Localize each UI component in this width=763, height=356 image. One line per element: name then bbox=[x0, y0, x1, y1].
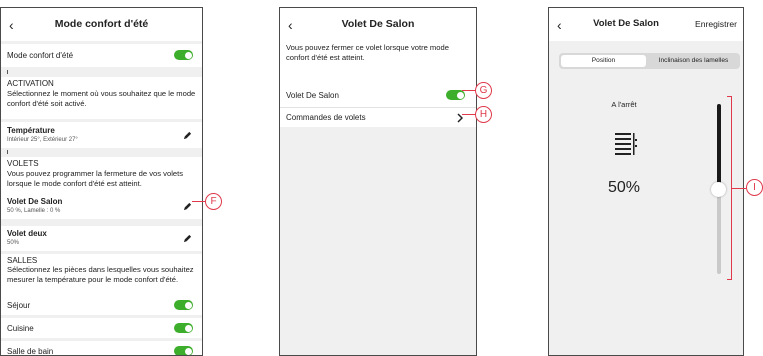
callout-i: I bbox=[746, 179, 763, 196]
room-toggle[interactable] bbox=[174, 300, 193, 310]
callout-line bbox=[732, 188, 746, 189]
volet-deux-row[interactable]: Volet deux 50% bbox=[1, 226, 202, 251]
callout-g: G bbox=[475, 82, 492, 99]
room-label: Cuisine bbox=[7, 324, 34, 333]
activation-heading: ACTIVATION bbox=[7, 79, 54, 88]
room-label: Séjour bbox=[7, 301, 31, 310]
tab-slat-tilt[interactable]: Inclinaison des lamelles bbox=[648, 55, 739, 67]
volet-deux-label: Volet deux bbox=[7, 229, 47, 238]
edit-icon[interactable] bbox=[183, 131, 192, 140]
slider-handle[interactable] bbox=[711, 182, 726, 197]
page-title: Volet De Salon bbox=[593, 18, 659, 29]
divider bbox=[7, 70, 8, 74]
callout-line bbox=[192, 201, 205, 202]
header: ‹ Volet De Salon Enregistrer bbox=[549, 8, 743, 41]
edit-icon[interactable] bbox=[183, 202, 192, 211]
position-slider[interactable] bbox=[711, 104, 726, 274]
save-button[interactable]: Enregistrer bbox=[695, 19, 737, 29]
tab-position[interactable]: Position bbox=[561, 55, 646, 67]
divider bbox=[7, 150, 8, 154]
room-row: Salle de bain bbox=[1, 341, 202, 356]
temperature-row[interactable]: Température Intérieur 25°, Extérieur 27° bbox=[1, 122, 202, 148]
room-label: Salle de bain bbox=[7, 347, 54, 356]
position-value: 50% bbox=[607, 179, 641, 196]
shutter-commands-row[interactable]: Commandes de volets bbox=[280, 107, 476, 127]
volets-section: VOLETS Vous pouvez programmer la fermetu… bbox=[1, 157, 202, 197]
comfort-mode-label: Mode confort d'été bbox=[7, 51, 74, 60]
callout-line bbox=[462, 114, 475, 115]
callout-h: H bbox=[475, 106, 492, 123]
description-text: Vous pouvez fermer ce volet lorsque votr… bbox=[286, 43, 449, 62]
room-toggle[interactable] bbox=[174, 346, 193, 355]
salles-section: SALLES Sélectionnez les pièces dans lesq… bbox=[1, 254, 202, 297]
volet-toggle-row: Volet De Salon bbox=[280, 84, 476, 107]
volets-text: Vous pouvez programmer la fermeture de v… bbox=[7, 169, 184, 188]
header: ‹ Mode confort d'été bbox=[1, 8, 202, 41]
page-title: Mode confort d'été bbox=[54, 18, 149, 30]
salles-heading: SALLES bbox=[7, 256, 38, 265]
volet-salon-row[interactable]: Volet De Salon 50 %, Lamelle : 0 % bbox=[1, 194, 202, 219]
salles-text: Sélectionnez les pièces dans lesquelles … bbox=[7, 265, 194, 284]
back-icon[interactable]: ‹ bbox=[557, 17, 562, 33]
tab-switcher: Position Inclinaison des lamelles bbox=[559, 53, 740, 69]
volet-deux-values: 50% bbox=[7, 240, 20, 246]
room-toggle[interactable] bbox=[174, 323, 193, 333]
edit-icon[interactable] bbox=[183, 234, 192, 243]
volets-heading: VOLETS bbox=[7, 159, 39, 168]
volet-toggle-label: Volet De Salon bbox=[286, 91, 339, 100]
volet-toggle[interactable] bbox=[446, 90, 465, 100]
comfort-mode-toggle[interactable] bbox=[174, 50, 193, 60]
callout-line bbox=[462, 90, 475, 91]
volet-salon-label: Volet De Salon bbox=[7, 197, 63, 206]
callout-f: F bbox=[205, 193, 222, 210]
activation-text: Sélectionnez le moment où vous souhaitez… bbox=[7, 89, 196, 108]
screen-mode-confort: ‹ Mode confort d'été Mode confort d'été … bbox=[0, 7, 203, 356]
room-row: Cuisine bbox=[1, 318, 202, 338]
screen-volet-control: ‹ Volet De Salon Enregistrer Position In… bbox=[548, 7, 744, 356]
shutter-commands-label: Commandes de volets bbox=[286, 113, 366, 122]
temperature-values: Intérieur 25°, Extérieur 27° bbox=[7, 137, 78, 143]
temperature-label: Température bbox=[7, 126, 55, 135]
header: ‹ Volet De Salon Vous pouvez fermer ce v… bbox=[280, 8, 476, 84]
screen-volet-de-salon: ‹ Volet De Salon Vous pouvez fermer ce v… bbox=[279, 7, 477, 356]
shutter-icon bbox=[615, 133, 637, 155]
status-text: A l'arrêt bbox=[611, 100, 637, 109]
page-title: Volet De Salon bbox=[341, 18, 415, 30]
activation-section: ACTIVATION Sélectionnez le moment où vou… bbox=[1, 77, 202, 119]
volet-salon-values: 50 %, Lamelle : 0 % bbox=[7, 208, 61, 214]
slider-fill bbox=[717, 104, 721, 189]
room-row: Séjour bbox=[1, 295, 202, 315]
comfort-mode-row: Mode confort d'été bbox=[1, 44, 202, 67]
